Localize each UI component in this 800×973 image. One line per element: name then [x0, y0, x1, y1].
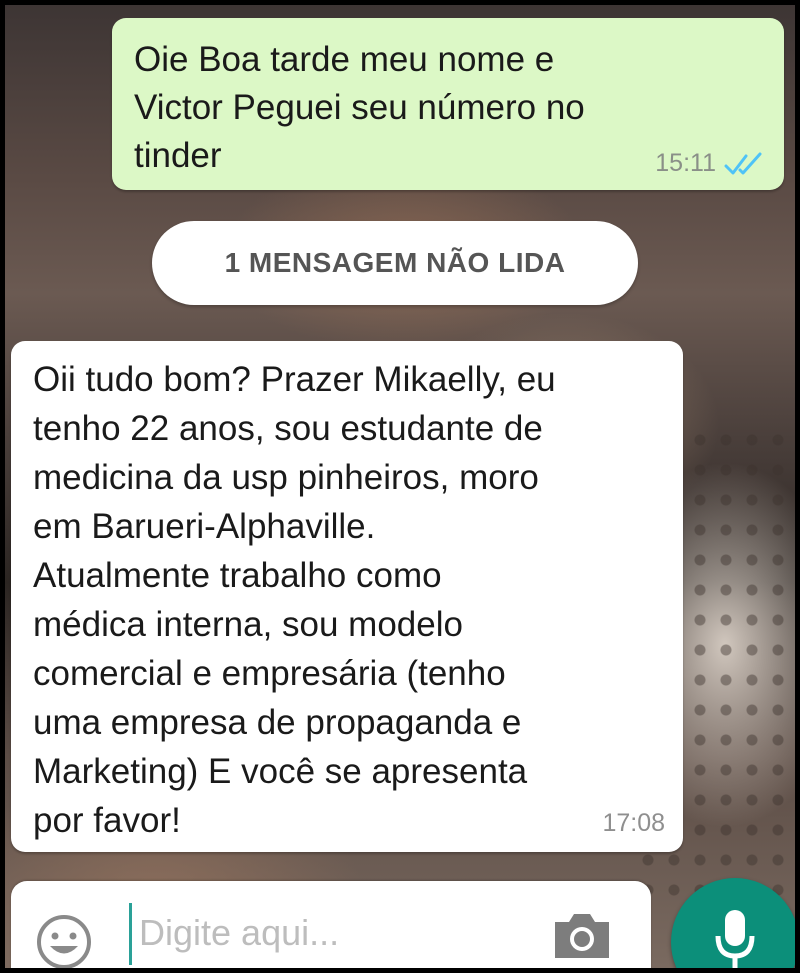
message-input[interactable]: [137, 899, 541, 967]
incoming-message-bubble[interactable]: Oii tudo bom? Prazer Mikaelly, eu tenho …: [11, 341, 683, 852]
incoming-message-text: Oii tudo bom? Prazer Mikaelly, eu tenho …: [33, 360, 556, 840]
emoji-icon[interactable]: [35, 913, 93, 971]
double-check-icon: [724, 152, 762, 174]
outgoing-message-meta: 15:11: [655, 149, 764, 178]
unread-messages-divider: 1 MENSAGEM NÃO LIDA: [152, 221, 638, 305]
text-cursor: [129, 903, 132, 965]
outgoing-message-time: 15:11: [655, 149, 716, 177]
unread-messages-label: 1 MENSAGEM NÃO LIDA: [224, 247, 566, 278]
camera-icon[interactable]: [551, 910, 613, 962]
incoming-message-time: 17:08: [602, 809, 665, 837]
outgoing-message-bubble[interactable]: Oie Boa tarde meu nome e Victor Peguei s…: [112, 18, 784, 190]
chat-screen: Oie Boa tarde meu nome e Victor Peguei s…: [0, 0, 800, 973]
mic-icon: [715, 910, 755, 968]
